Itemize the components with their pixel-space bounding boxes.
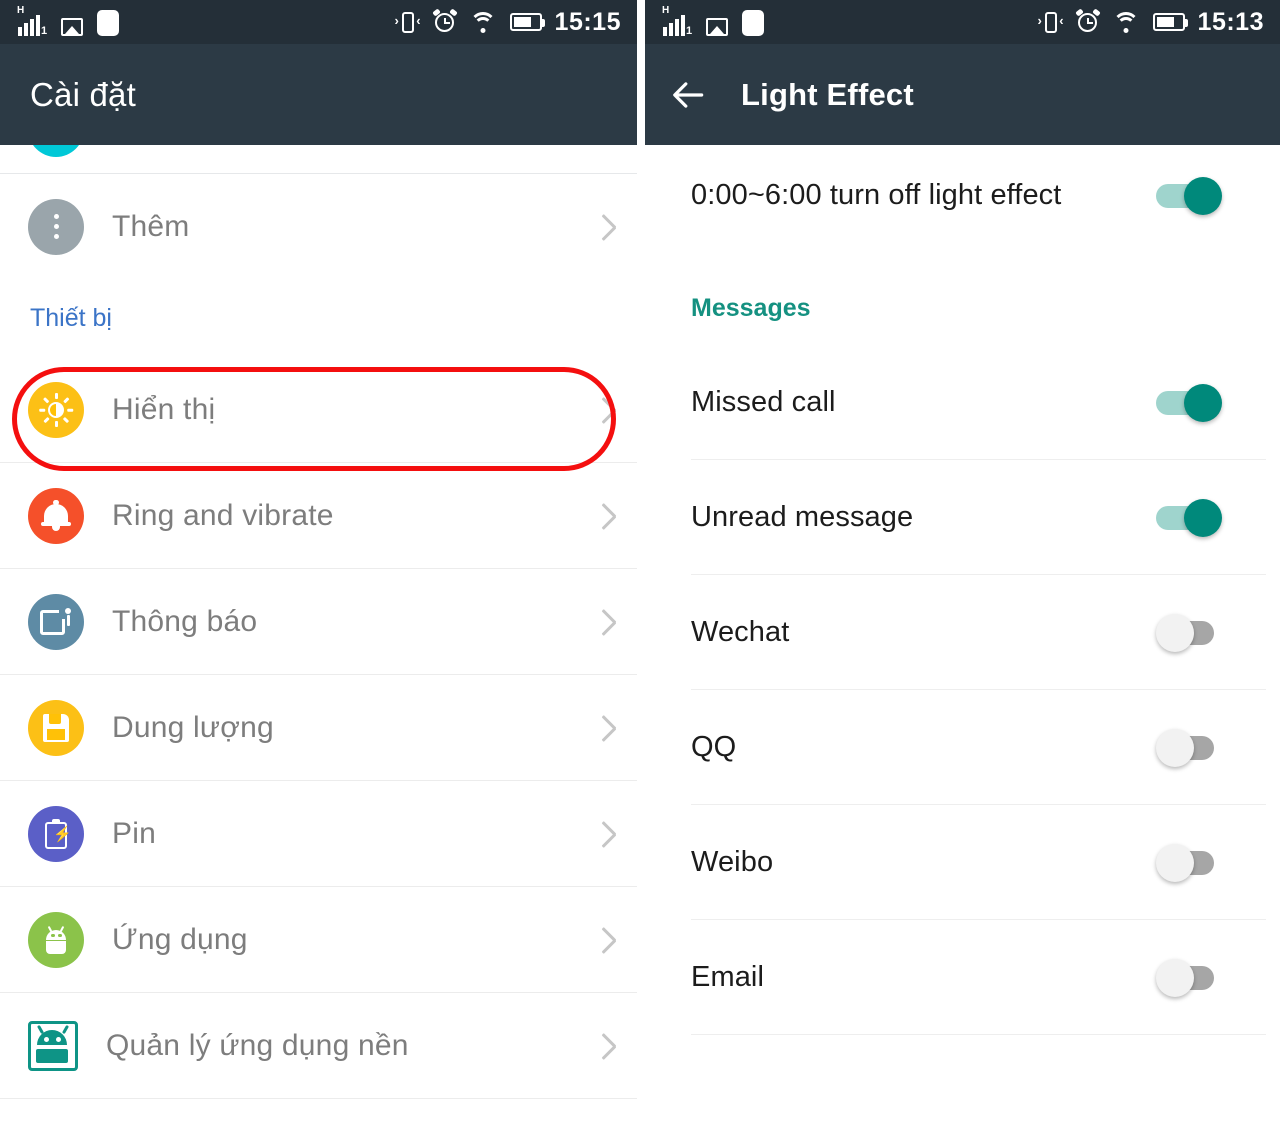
sidebar-item-quan-ly-ung-dung-nen[interactable]: Quản lý ứng dụng nền [0,993,637,1098]
chevron-right-icon [598,395,615,425]
partial-circle-icon [28,145,84,157]
light-effect-settings-list: 0:00~6:00 turn off light effect Messages… [645,145,1280,1131]
status-bar-right-icons: › ‹ 15:15 [395,7,621,36]
list-item-label: Pin [112,816,156,850]
chevron-right-icon [598,501,615,531]
android-square-icon [28,1020,78,1071]
chevron-right-icon [598,925,615,955]
wifi-icon [1112,11,1140,33]
more-dots-icon [28,198,84,255]
settings-list[interactable]: Thêm Thiết bị Hiển thị Ring and vibrate … [0,145,637,1131]
setting-row-email[interactable]: Email [645,920,1280,1034]
light-effect-screen: H 1 › ‹ 15:13 Light Effect 0:00~6:00 tur… [645,0,1280,1131]
list-item-label: Thêm [112,209,190,243]
sidebar-item-ung-dung[interactable]: Ứng dụng [0,887,637,992]
alarm-icon [1074,8,1101,34]
toggle-wechat[interactable] [1156,610,1222,654]
clock-label: 15:15 [554,7,621,36]
list-divider [0,1098,637,1099]
setting-label: Weibo [691,845,774,878]
alarm-icon [431,8,458,34]
notification-icon [28,593,84,650]
clock-label: 15:13 [1197,7,1264,36]
setting-label: Missed call [691,385,836,418]
list-item-label: Hiển thị [112,392,216,426]
image-icon [706,18,729,36]
sidebar-item-dung-luong[interactable]: Dung lượng [0,675,637,780]
settings-screen: H 1 › ‹ 15:15 Cài đặt Thêm Thiết bị Hiển… [0,0,637,1131]
list-item-label: Dung lượng [112,710,274,744]
signal-bars-icon: H 1 [17,5,48,37]
list-divider [691,1034,1266,1035]
chevron-right-icon [598,1031,615,1061]
status-bar-left-icons: H 1 [662,5,765,37]
battery-icon [509,13,545,31]
setting-label: Unread message [691,500,914,533]
sidebar-item-thong-bao[interactable]: Thông báo [0,569,637,674]
bell-icon [28,487,84,544]
network-type-label: H [17,5,25,16]
status-bar-right-icons: › ‹ 15:13 [1038,7,1264,36]
back-arrow-icon[interactable] [667,73,711,117]
setting-row-weibo[interactable]: Weibo [645,805,1280,919]
list-item-label: Thông báo [112,604,258,638]
setting-row-qq[interactable]: QQ [645,690,1280,804]
image-icon [61,18,84,36]
sidebar-item-ring-and-vibrate[interactable]: Ring and vibrate [0,463,637,568]
chevron-right-icon [598,713,615,743]
status-bar-right: H 1 › ‹ 15:13 [645,0,1280,44]
toggle-email[interactable] [1156,955,1222,999]
setting-row-wechat[interactable]: Wechat [645,575,1280,689]
blank-square-icon [97,10,120,36]
sidebar-item-hien-thi[interactable]: Hiển thị [0,357,637,462]
setting-label: Wechat [691,615,790,648]
setting-label: QQ [691,730,737,763]
setting-row-missed-call[interactable]: Missed call [645,345,1280,459]
battery-icon: ⚡ [28,805,84,862]
wifi-icon [469,11,497,33]
battery-icon [1152,13,1188,31]
status-bar-left: H 1 › ‹ 15:15 [0,0,637,44]
setting-row-schedule[interactable]: 0:00~6:00 turn off light effect [645,145,1280,245]
toggle-weibo[interactable] [1156,840,1222,884]
light-effect-app-bar: Light Effect [645,44,1280,145]
chevron-right-icon [598,212,615,242]
signal-bars-icon: H 1 [662,5,693,37]
setting-label: 0:00~6:00 turn off light effect [691,178,1062,211]
setting-row-unread-message[interactable]: Unread message [645,460,1280,574]
brightness-icon [28,381,84,438]
list-item-label: Ring and vibrate [112,498,334,532]
status-bar-left-icons: H 1 [17,5,120,37]
sidebar-item-them[interactable]: Thêm [0,174,637,279]
dual-screenshot-composite: H 1 › ‹ 15:15 Cài đặt Thêm Thiết bị Hiển… [0,0,1280,1131]
partial-list-item-above[interactable] [0,145,637,173]
settings-app-bar: Cài đặt [0,44,637,145]
sim-label: 1 [41,25,48,37]
android-icon [28,911,84,968]
toggle-qq[interactable] [1156,725,1222,769]
sim-label: 1 [686,25,693,37]
section-header-messages: Messages [691,294,811,322]
chevron-right-icon [598,607,615,637]
vibrate-icon: › ‹ [395,9,421,35]
blank-square-icon [742,10,765,36]
toggle-missed-call[interactable] [1156,380,1222,424]
toggle-schedule[interactable] [1156,173,1222,217]
network-type-label: H [662,5,670,16]
section-header-device: Thiết bị [0,279,637,357]
sidebar-item-pin[interactable]: ⚡ Pin [0,781,637,886]
vibrate-icon: › ‹ [1038,9,1064,35]
save-disk-icon [28,699,84,756]
list-item-label: Ứng dụng [112,922,248,956]
page-title: Cài đặt [30,75,136,113]
toggle-unread-message[interactable] [1156,495,1222,539]
screen-separator [637,0,645,1131]
list-item-label: Quản lý ứng dụng nền [106,1028,409,1062]
setting-label: Email [691,960,765,993]
chevron-right-icon [598,819,615,849]
page-title: Light Effect [741,76,914,112]
